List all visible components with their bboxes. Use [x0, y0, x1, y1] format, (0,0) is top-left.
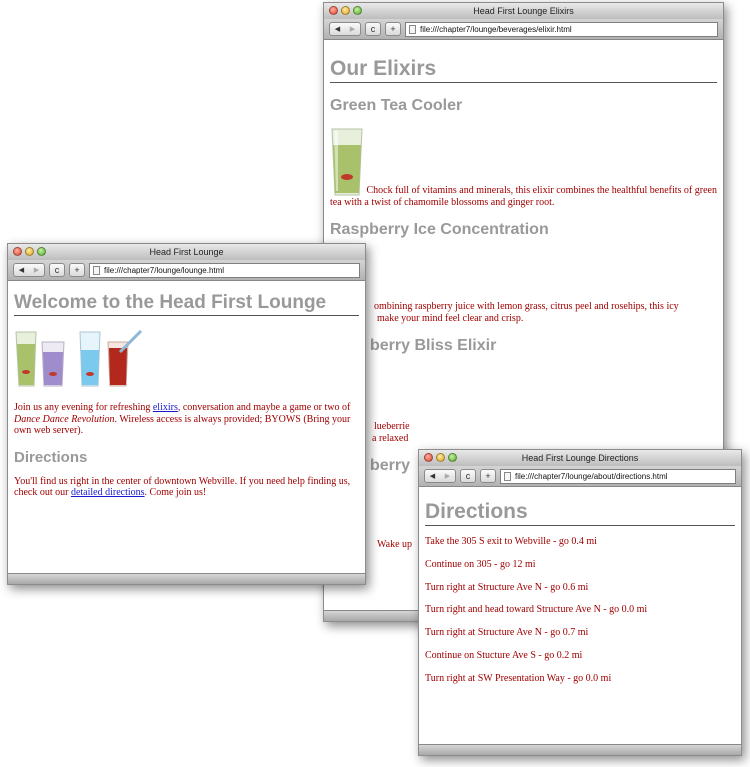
add-bookmark-button[interactable]: + [480, 469, 496, 483]
address-bar[interactable]: file:///chapter7/lounge/beverages/elixir… [405, 21, 718, 37]
intro-text: , conversation and maybe a game or two o… [177, 402, 351, 413]
back-forward-buttons[interactable]: ◀ ▶ [13, 263, 45, 277]
window-title: Head First Lounge [149, 247, 224, 257]
close-icon[interactable] [424, 453, 433, 462]
back-icon[interactable]: ◀ [19, 264, 24, 276]
zoom-icon[interactable] [448, 453, 457, 462]
minimize-icon[interactable] [436, 453, 445, 462]
detailed-directions-link[interactable]: detailed directions [71, 487, 145, 498]
back-icon[interactable]: ◀ [430, 470, 435, 482]
page-title: Welcome to the Head First Lounge [14, 292, 359, 316]
intro-text: Join us any evening for refreshing [14, 402, 153, 413]
elixirs-titlebar[interactable]: Head First Lounge Elixirs [324, 3, 723, 19]
list-item: Turn right at SW Presentation Way - go 0… [425, 672, 612, 684]
item-description: Chock full of vitamins and minerals, thi… [330, 185, 717, 208]
item-description: lueberrie a relaxed [330, 421, 717, 445]
window-title: Head First Lounge Directions [521, 453, 639, 463]
back-forward-buttons[interactable]: ◀ ▶ [424, 469, 456, 483]
lounge-titlebar[interactable]: Head First Lounge [8, 244, 365, 260]
directions-heading: Directions [14, 448, 88, 466]
zoom-icon[interactable] [37, 247, 46, 256]
item-description: ombining raspberry juice with lemon gras… [330, 301, 717, 325]
page-title: Our Elixirs [330, 57, 717, 83]
minimize-icon[interactable] [25, 247, 34, 256]
add-bookmark-button[interactable]: + [69, 263, 85, 277]
intro-paragraph: Join us any evening for refreshing elixi… [14, 402, 359, 437]
green-tea-glass-image [331, 128, 363, 196]
status-bar [8, 573, 365, 584]
close-icon[interactable] [13, 247, 22, 256]
directions-window: Head First Lounge Directions ◀ ▶ c + fil… [418, 449, 742, 756]
directions-titlebar[interactable]: Head First Lounge Directions [419, 450, 741, 466]
back-forward-buttons[interactable]: ◀ ▶ [329, 22, 361, 36]
zoom-icon[interactable] [353, 6, 362, 15]
address-bar[interactable]: file:///chapter7/lounge/about/directions… [500, 468, 736, 484]
elixirs-link[interactable]: elixirs [153, 402, 178, 413]
reload-button[interactable]: c [365, 22, 381, 36]
directions-paragraph: You'll find us right in the center of do… [14, 476, 359, 499]
window-controls [329, 6, 362, 15]
minimize-icon[interactable] [341, 6, 350, 15]
lounge-toolbar: ◀ ▶ c + file:///chapter7/lounge/lounge.h… [8, 260, 365, 281]
directions-text: . Come join us! [144, 487, 207, 498]
description-line: ombining raspberry juice with lemon gras… [374, 301, 679, 312]
list-item: Continue on 305 - go 12 mi [425, 558, 536, 570]
window-controls [13, 247, 46, 256]
green-tea-paragraph: Chock full of vitamins and minerals, thi… [330, 127, 717, 209]
lounge-content: Welcome to the Head First Lounge Join us… [8, 282, 365, 574]
status-bar [419, 744, 741, 755]
forward-icon[interactable]: ▶ [350, 23, 355, 35]
forward-icon[interactable]: ▶ [34, 264, 39, 276]
elixirs-toolbar: ◀ ▶ c + file:///chapter7/lounge/beverage… [324, 19, 723, 40]
reload-button[interactable]: c [49, 263, 65, 277]
list-item: Turn right and head toward Structure Ave… [425, 604, 648, 616]
list-item: Continue on Stucture Ave S - go 0.2 mi [425, 649, 583, 661]
directions-list: Take the 305 S exit to Webville - go 0.4… [425, 536, 735, 696]
item-heading: Raspberry Ice Concentration [330, 221, 549, 238]
window-title: Head First Lounge Elixirs [473, 6, 574, 16]
lounge-window: Head First Lounge ◀ ▶ c + file:///chapte… [7, 243, 366, 585]
window-controls [424, 453, 457, 462]
address-bar[interactable]: file:///chapter7/lounge/lounge.html [89, 262, 360, 278]
back-icon[interactable]: ◀ [335, 23, 340, 35]
close-icon[interactable] [329, 6, 338, 15]
directions-toolbar: ◀ ▶ c + file:///chapter7/lounge/about/di… [419, 466, 741, 487]
drinks-image [15, 330, 143, 387]
item-heading: berry Bliss Elixir [370, 337, 497, 354]
reload-button[interactable]: c [460, 469, 476, 483]
list-item: Turn right at Structure Ave N - go 0.7 m… [425, 627, 589, 639]
game-title: Dance Dance Revolution [14, 413, 115, 425]
add-bookmark-button[interactable]: + [385, 22, 401, 36]
list-item: Turn right at Structure Ave N - go 0.6 m… [425, 581, 589, 593]
page-title: Directions [425, 500, 735, 526]
directions-content: Directions Take the 305 S exit to Webvil… [419, 488, 741, 745]
item-heading: Green Tea Cooler [330, 97, 463, 114]
forward-icon[interactable]: ▶ [445, 470, 450, 482]
list-item: Take the 305 S exit to Webville - go 0.4… [425, 536, 597, 547]
